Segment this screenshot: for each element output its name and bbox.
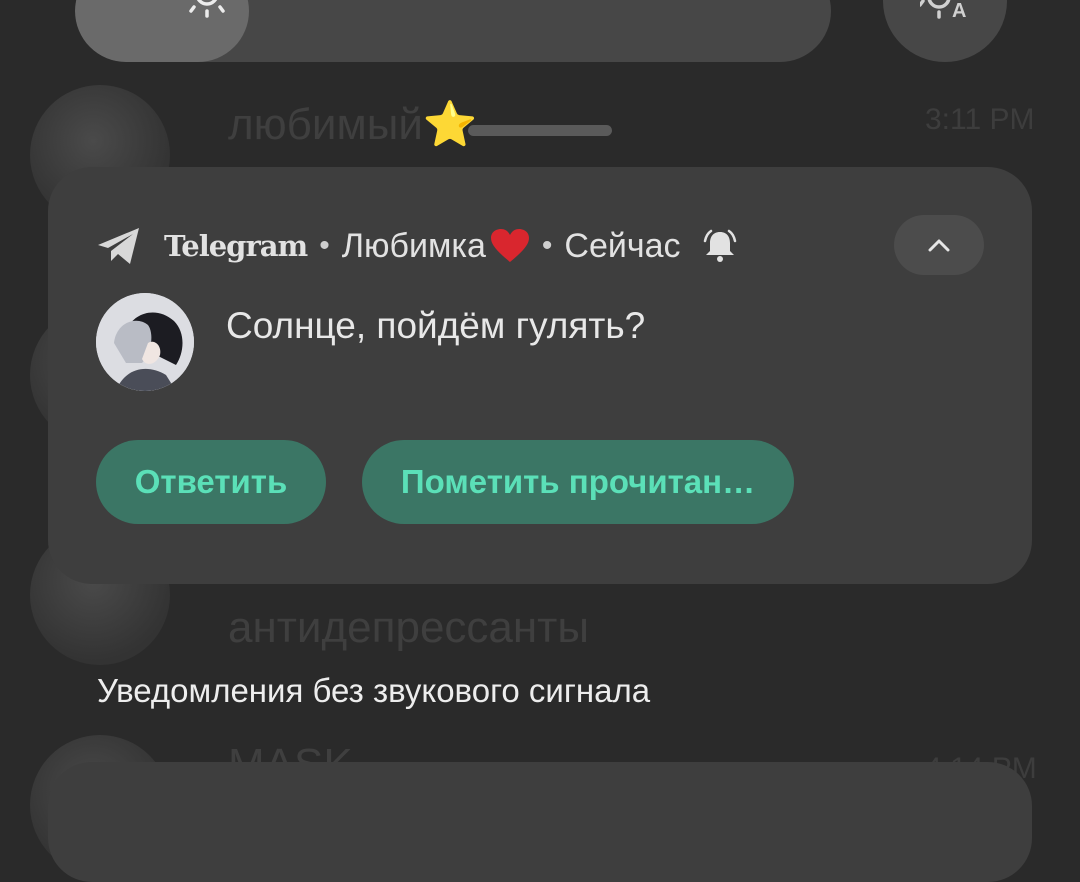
- background-chat-time: 3:11 PM: [925, 103, 1035, 136]
- sun-icon: [189, 0, 225, 18]
- notification-message: Солнце, пойдём гулять?: [226, 305, 646, 346]
- app-name: Telegram: [164, 229, 308, 263]
- svg-text:A: A: [952, 0, 966, 21]
- notification-header: Telegram • Любимка • Сейчас: [96, 221, 739, 271]
- mark-read-button[interactable]: Пометить прочитан…: [362, 440, 794, 524]
- next-notification-card[interactable]: [48, 762, 1032, 882]
- silent-notifications-label: Уведомления без звукового сигнала: [97, 672, 651, 709]
- collapse-button[interactable]: [894, 215, 984, 275]
- header-separator: •: [319, 229, 330, 262]
- auto-brightness-icon: A: [920, 0, 966, 21]
- bell-icon: [703, 229, 736, 262]
- notification-card[interactable]: Telegram • Любимка • Сейчас Солнце, пойд…: [48, 167, 1032, 584]
- sender-avatar: [96, 293, 194, 391]
- notification-time: Сейчас: [564, 226, 681, 265]
- drag-handle[interactable]: [468, 125, 612, 136]
- telegram-icon: [98, 228, 139, 264]
- reply-button[interactable]: Ответить: [96, 440, 326, 524]
- heart-icon: [490, 229, 529, 262]
- brightness-slider[interactable]: [75, 0, 831, 62]
- background-chat-name: антидепрессанты: [228, 603, 589, 652]
- sender-name: Любимка: [341, 226, 486, 265]
- background-chat-name: любимый⭐: [228, 100, 478, 149]
- chevron-up-icon: [928, 239, 950, 252]
- header-separator: •: [541, 229, 553, 262]
